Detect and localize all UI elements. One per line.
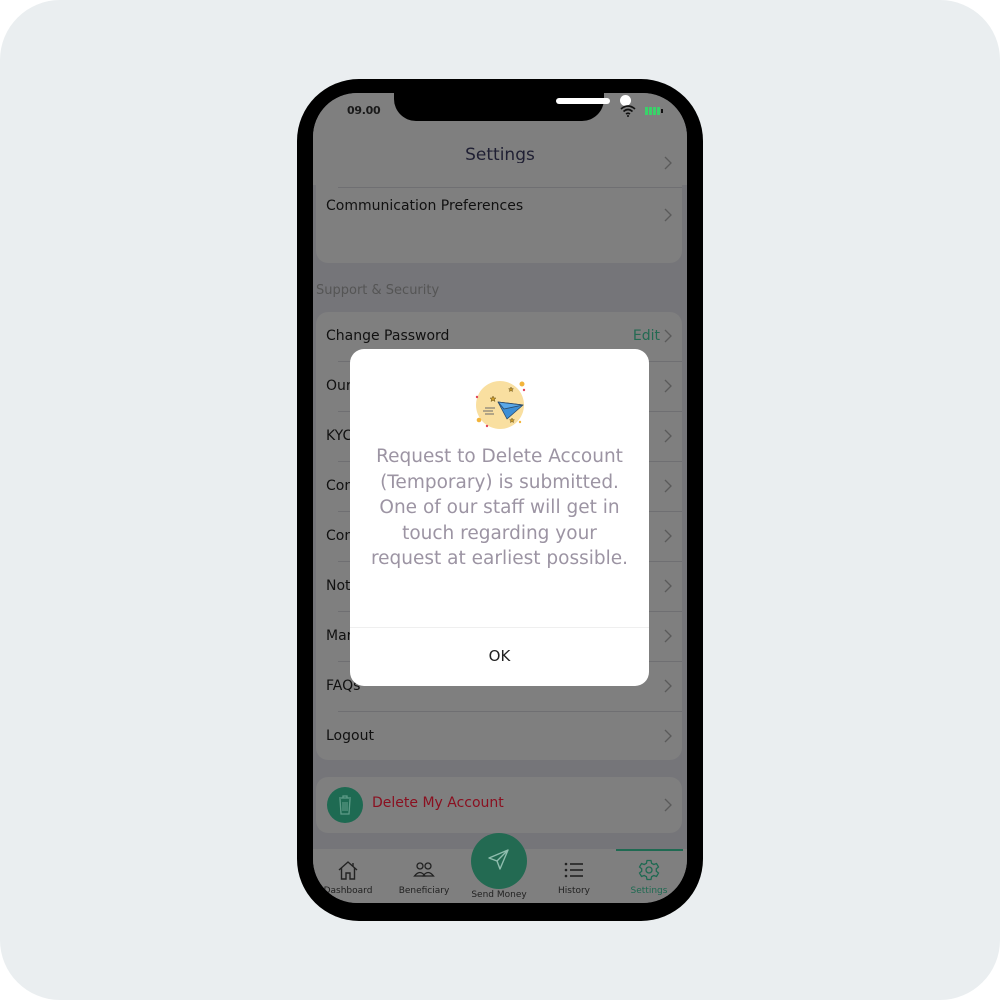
row-label: KYC bbox=[326, 428, 353, 444]
battery-icon bbox=[645, 107, 663, 115]
chevron-right-icon bbox=[664, 379, 672, 393]
gear-icon bbox=[638, 859, 660, 881]
notch bbox=[394, 93, 631, 121]
preferences-card: Communication Preferences bbox=[316, 156, 682, 263]
settings-row-hidden[interactable] bbox=[316, 138, 682, 188]
row-label: Mar bbox=[326, 628, 353, 644]
tab-label: Beneficiary bbox=[398, 886, 450, 896]
chevron-right-icon bbox=[664, 429, 672, 443]
paper-plane-illustration bbox=[475, 381, 526, 429]
delete-account-label: Delete My Account bbox=[372, 795, 504, 811]
chevron-right-icon bbox=[664, 579, 672, 593]
tab-settings[interactable]: Settings bbox=[614, 849, 684, 903]
chevron-right-icon bbox=[664, 629, 672, 643]
chevron-right-icon bbox=[664, 156, 672, 170]
confirmation-dialog: Request to Delete Account (Temporary) is… bbox=[350, 349, 649, 686]
row-label: Our bbox=[326, 378, 352, 394]
tab-history[interactable]: History bbox=[539, 849, 609, 903]
chevron-right-icon bbox=[664, 679, 672, 693]
tab-label: Settings bbox=[630, 886, 668, 896]
settings-row-logout[interactable]: Logout bbox=[316, 712, 682, 762]
chevron-right-icon bbox=[664, 798, 672, 812]
row-label: Not bbox=[326, 578, 351, 594]
chevron-right-icon bbox=[664, 529, 672, 543]
trash-icon-badge bbox=[327, 787, 363, 823]
ok-button[interactable]: OK bbox=[350, 628, 649, 686]
list-icon bbox=[564, 862, 583, 878]
wifi-icon bbox=[620, 105, 636, 117]
tab-label: History bbox=[557, 886, 591, 896]
settings-row-communication-preferences[interactable]: Communication Preferences bbox=[316, 188, 682, 238]
dialog-message: Request to Delete Account (Temporary) is… bbox=[370, 446, 629, 569]
status-time: 09.00 bbox=[347, 104, 381, 117]
section-label-support-security: Support & Security bbox=[316, 283, 440, 298]
paper-plane-icon bbox=[488, 849, 509, 870]
row-label: Change Password bbox=[326, 328, 450, 344]
trash-icon bbox=[339, 795, 351, 815]
chevron-right-icon bbox=[664, 329, 672, 343]
delete-account-row[interactable]: Delete My Account bbox=[316, 777, 682, 833]
home-icon bbox=[338, 861, 358, 880]
edit-link[interactable]: Edit bbox=[633, 328, 660, 344]
users-icon bbox=[413, 862, 435, 877]
row-label: Communication Preferences bbox=[326, 198, 524, 214]
send-money-button[interactable] bbox=[471, 833, 527, 889]
tab-dashboard[interactable]: Dashboard bbox=[313, 849, 383, 903]
speaker bbox=[556, 98, 610, 104]
send-money-label: Send Money bbox=[471, 890, 527, 900]
chevron-right-icon bbox=[664, 729, 672, 743]
chevron-right-icon bbox=[664, 208, 672, 222]
row-label: Logout bbox=[326, 728, 374, 744]
tab-label: Dashboard bbox=[323, 886, 373, 896]
chevron-right-icon bbox=[664, 479, 672, 493]
tab-beneficiary[interactable]: Beneficiary bbox=[389, 849, 459, 903]
